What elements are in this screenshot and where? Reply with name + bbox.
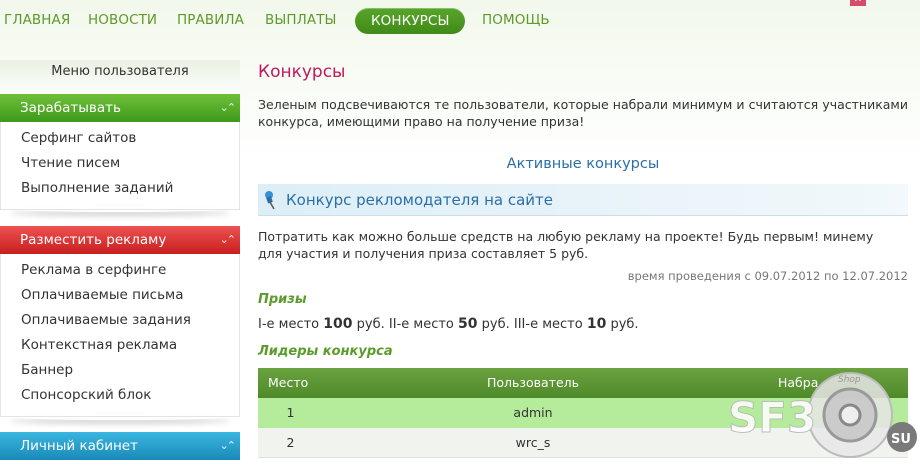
cell-place: 1 (286, 405, 295, 420)
cell-user: wrc_s (515, 435, 551, 450)
contest-header: Конкурс рекломодателя на сайте (258, 184, 908, 216)
earn-header[interactable]: Зарабатывать ⌄⌃ (0, 94, 240, 122)
advertise-header[interactable]: Разместить рекламу ⌄⌃ (0, 226, 240, 254)
cabinet-header[interactable]: Личный кабинет ⌄⌃ (0, 432, 240, 460)
prize-3-unit: руб. (610, 317, 639, 332)
sidebar-link-surf-ads[interactable]: Реклама в серфинге (1, 258, 239, 283)
advertise-title: Разместить рекламу (20, 232, 167, 248)
prize-1-unit: руб. (356, 317, 385, 332)
prizes-line: I-е место 100 руб. II-е место 50 руб. II… (258, 316, 639, 332)
prize-2-amount: 50 (458, 316, 478, 332)
page-title: Конкурсы (258, 62, 346, 82)
earn-block: Зарабатывать ⌄⌃ Серфинг сайтов Чтение пи… (0, 94, 240, 210)
prize-3-label: III-е место (513, 317, 583, 332)
pushpin-icon (265, 191, 275, 210)
sidebar-link-paid-tasks[interactable]: Оплачиваемые задания (1, 308, 239, 333)
collapse-chevron-icon[interactable]: ⌄⌃ (220, 432, 237, 460)
nav-payouts[interactable]: ВЫПЛАТЫ (265, 12, 337, 28)
cabinet-block: Личный кабинет ⌄⌃ (0, 432, 240, 460)
sidebar-link-read-mail[interactable]: Чтение писем (1, 151, 239, 176)
nav-home[interactable]: ГЛАВНАЯ (4, 12, 70, 28)
sidebar-link-paid-mail[interactable]: Оплачиваемые письма (1, 283, 239, 308)
leaders-label: Лидеры конкурса (258, 344, 393, 359)
intro-text: Зеленым подсвечиваются те пользователи, … (258, 97, 908, 129)
cabinet-title: Личный кабинет (20, 438, 138, 454)
contest-description: Потратить как можно больше средств на лю… (258, 229, 874, 261)
contest-dates: время проведения с 09.07.2012 по 12.07.2… (627, 269, 908, 283)
watermark-text: SF3 (728, 393, 816, 442)
prize-2-unit: руб. (481, 317, 510, 332)
user-menu-title: Меню пользователя (0, 60, 240, 84)
sidebar-link-sponsor-block[interactable]: Спонсорский блок (1, 383, 239, 408)
header-place: Место (268, 375, 309, 390)
watermark-small-text: Shop (838, 375, 861, 385)
sidebar-link-surfing[interactable]: Серфинг сайтов (1, 126, 239, 151)
sidebar-link-context-ads[interactable]: Контекстная реклама (1, 333, 239, 358)
prize-3-amount: 10 (586, 316, 607, 332)
top-navigation: ГЛАВНАЯ НОВОСТИ ПРАВИЛА ВЫПЛАТЫ КОНКУРСЫ… (0, 0, 920, 46)
watermark-suffix: SU (891, 432, 911, 447)
nav-news[interactable]: НОВОСТИ (88, 12, 157, 28)
watermark-logo: Shop SF3 SU (728, 372, 917, 458)
nav-contests[interactable]: КОНКУРСЫ (355, 8, 466, 34)
collapse-chevron-icon[interactable]: ⌄⌃ (220, 94, 237, 122)
close-icon[interactable]: ✕ (850, 0, 866, 6)
earn-title: Зарабатывать (20, 100, 121, 116)
active-contests-heading: Активные конкурсы (506, 156, 660, 172)
cell-place: 2 (286, 435, 295, 450)
nav-help[interactable]: ПОМОЩЬ (482, 12, 550, 28)
divider (10, 414, 230, 420)
prize-1-label: I-е место (258, 317, 320, 332)
sidebar-link-tasks[interactable]: Выполнение заданий (1, 176, 239, 201)
sidebar-link-banner[interactable]: Баннер (1, 358, 239, 383)
prize-1-amount: 100 (323, 316, 353, 332)
prizes-label: Призы (258, 292, 307, 307)
nav-rules[interactable]: ПРАВИЛА (177, 12, 244, 28)
prize-2-label: II-е место (388, 317, 454, 332)
advertise-block: Разместить рекламу ⌄⌃ Реклама в серфинге… (0, 226, 240, 417)
header-user: Пользователь (486, 375, 580, 390)
divider (10, 206, 230, 212)
collapse-chevron-icon[interactable]: ⌄⌃ (220, 226, 237, 254)
contest-name: Конкурс рекломодателя на сайте (286, 191, 554, 209)
cell-user: admin (513, 405, 553, 420)
